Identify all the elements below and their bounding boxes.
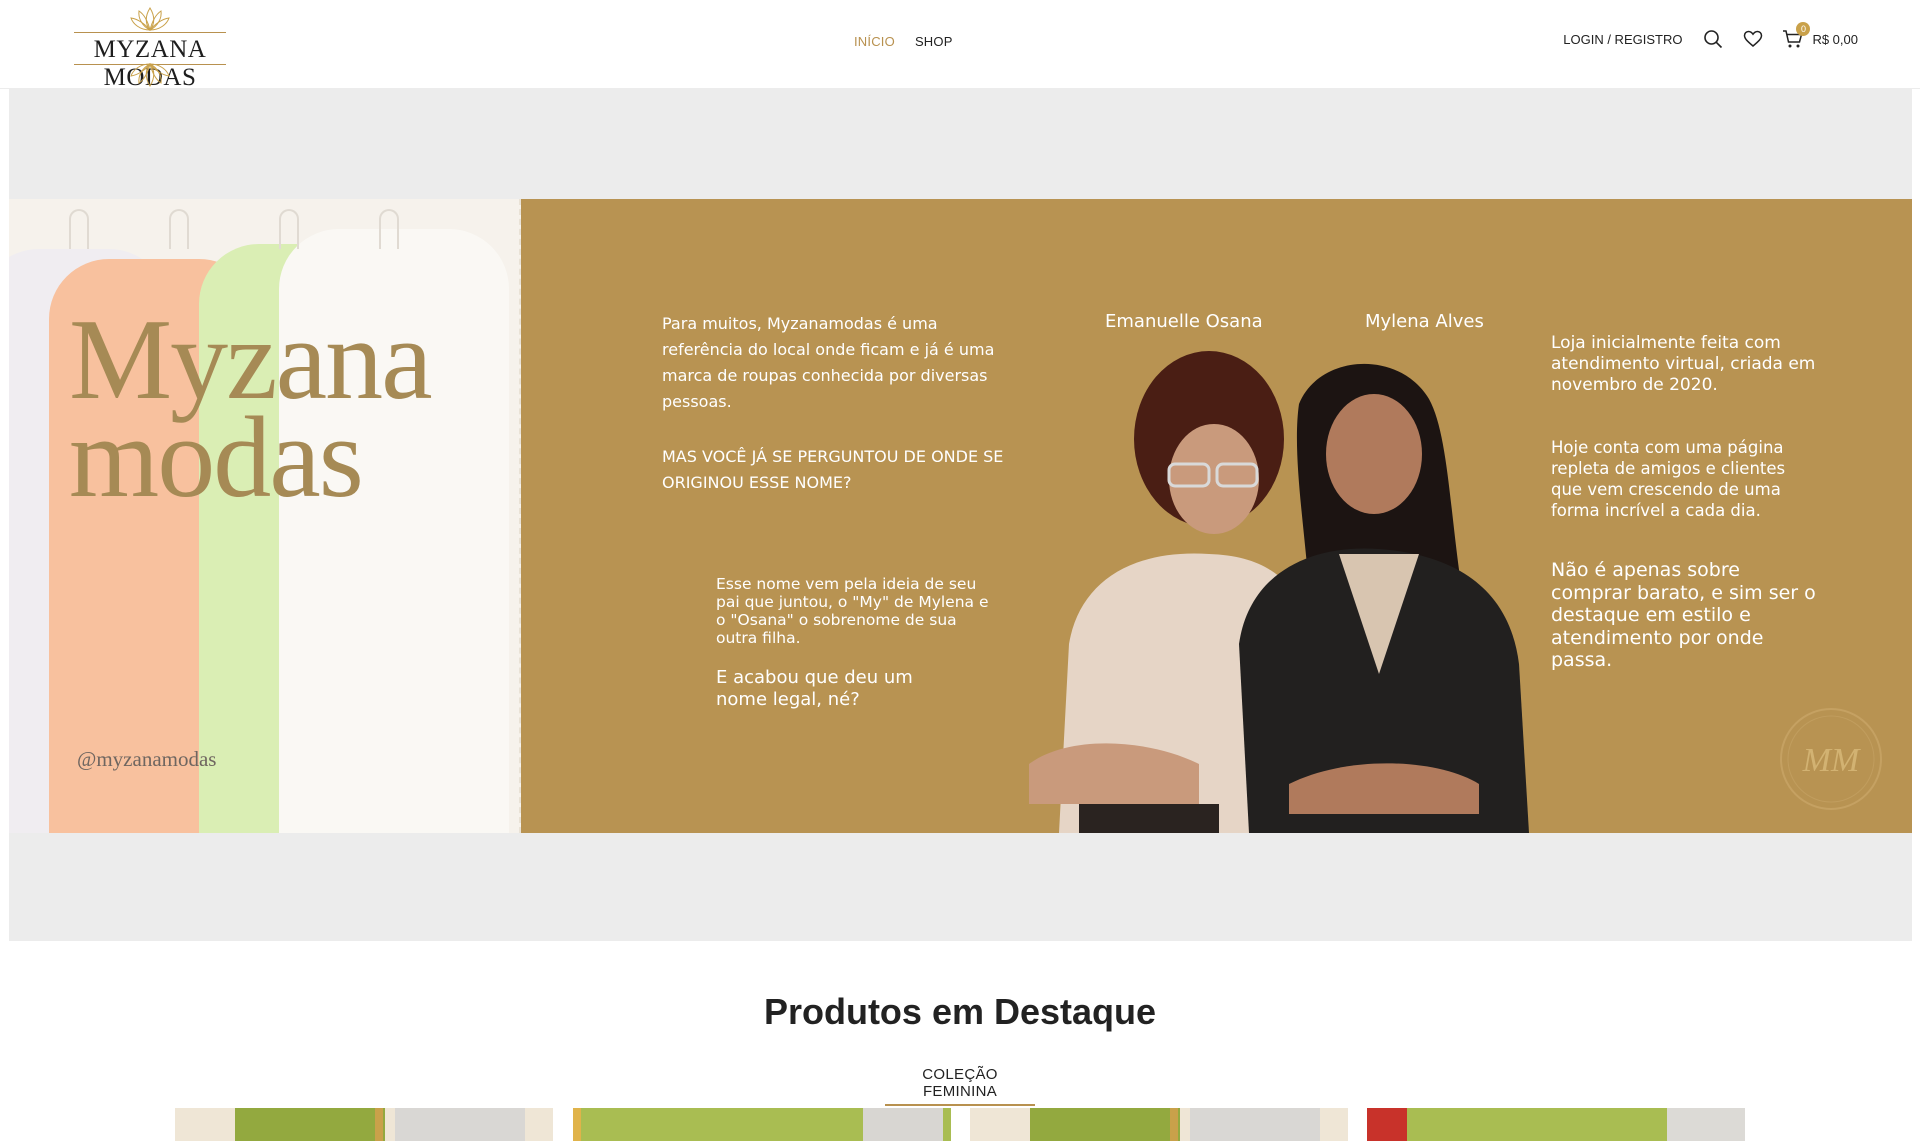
- cart-total: R$ 0,00: [1812, 31, 1858, 47]
- product-image: [970, 1108, 1348, 1141]
- heart-icon[interactable]: [1742, 28, 1764, 50]
- product-image: [175, 1108, 553, 1141]
- featured-products-title: Produtos em Destaque: [763, 991, 1157, 1032]
- person-name-left: Emanuelle Osana: [1105, 311, 1263, 332]
- cart-widget[interactable]: 0 R$ 0,00: [1782, 22, 1858, 50]
- logo-rule-top: [74, 32, 226, 33]
- nav-item-inicio[interactable]: INÍCIO: [854, 34, 895, 49]
- cart-icon[interactable]: 0: [1782, 22, 1811, 50]
- instagram-handle: @myzanamodas: [77, 747, 217, 771]
- header-tools: LOGIN / REGISTRO 0 R$ 0,00: [1563, 22, 1858, 50]
- product-image: [1367, 1108, 1745, 1141]
- banner-history-text: Loja inicialmente feita com atendimento …: [1551, 333, 1816, 395]
- banner-today-text: Hoje conta com uma página repleta de ami…: [1551, 438, 1786, 520]
- main-nav: INÍCIO SHOP: [854, 34, 953, 49]
- banner-conclusion-text: E acabou que deu um nome legal, né?: [716, 667, 913, 710]
- banner-origin-text: Esse nome vem pela ideia de seu pai que …: [716, 575, 989, 647]
- product-image: [573, 1108, 951, 1141]
- product-card[interactable]: [573, 1108, 951, 1141]
- banner-mission-text: Não é apenas sobre comprar barato, e sim…: [1551, 559, 1816, 671]
- founders-photo: [1029, 351, 1529, 833]
- mm-seal-text: MM: [1802, 742, 1861, 779]
- lotus-ornament-icon: [130, 7, 170, 31]
- banner-intro-text: Para muitos, Myzanamodas é uma referênci…: [662, 314, 995, 411]
- product-card[interactable]: [970, 1108, 1348, 1141]
- search-icon[interactable]: [1702, 28, 1724, 50]
- mm-seal-logo: MM: [1780, 708, 1882, 810]
- banner-question-text: MAS VOCÊ JÁ SE PERGUNTOU DE ONDE SE ORIG…: [662, 447, 1004, 492]
- banner-clothing-panel: Myzana modas @myzanamodas: [9, 199, 521, 833]
- tab-colecao-feminina[interactable]: COLEÇÃO FEMININA: [885, 1066, 1035, 1106]
- banner-brand: Myzana modas: [69, 302, 433, 516]
- nav-item-shop[interactable]: SHOP: [915, 34, 953, 49]
- product-card[interactable]: [175, 1108, 553, 1141]
- product-card[interactable]: [1367, 1108, 1745, 1141]
- lotus-ornament-icon: [130, 63, 170, 87]
- login-register-link[interactable]: LOGIN / REGISTRO: [1563, 32, 1682, 47]
- site-header: MYZANA MODAS INÍCIO SHOP LOGIN / REGISTR…: [0, 0, 1920, 91]
- hero-banner[interactable]: Myzana modas @myzanamodas Para muitos, M…: [9, 199, 1912, 833]
- person-name-right: Mylena Alves: [1365, 311, 1484, 332]
- site-logo[interactable]: MYZANA MODAS: [62, 6, 238, 91]
- cart-count-badge: 0: [1796, 22, 1811, 36]
